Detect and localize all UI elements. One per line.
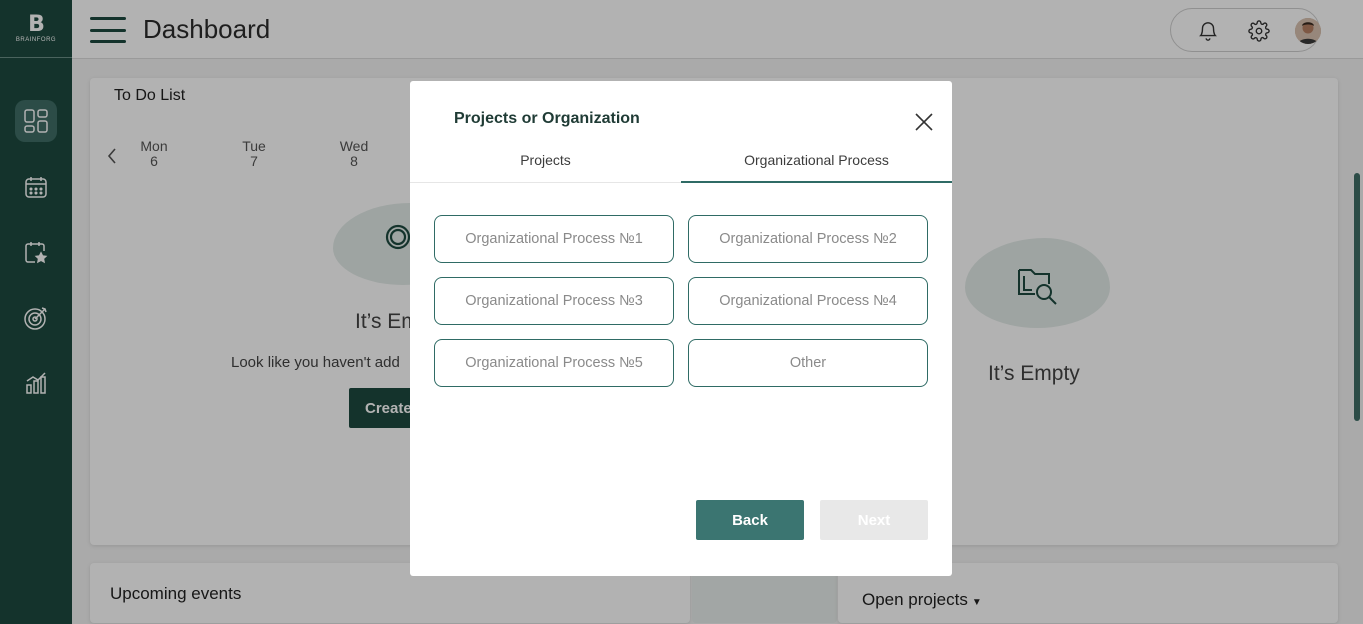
option-org-process-1[interactable]: Organizational Process №1 <box>434 215 674 263</box>
option-other[interactable]: Other <box>688 339 928 387</box>
close-icon[interactable] <box>912 110 936 134</box>
modal-tabs: Projects Organizational Process <box>410 147 952 183</box>
projects-modal: Projects or Organization Projects Organi… <box>410 81 952 576</box>
option-org-process-3[interactable]: Organizational Process №3 <box>434 277 674 325</box>
back-button[interactable]: Back <box>696 500 804 540</box>
tab-projects[interactable]: Projects <box>410 147 681 183</box>
option-org-process-2[interactable]: Organizational Process №2 <box>688 215 928 263</box>
modal-title: Projects or Organization <box>454 110 640 127</box>
tab-organizational-process[interactable]: Organizational Process <box>681 147 952 183</box>
option-org-process-5[interactable]: Organizational Process №5 <box>434 339 674 387</box>
option-org-process-4[interactable]: Organizational Process №4 <box>688 277 928 325</box>
next-button[interactable]: Next <box>820 500 928 540</box>
